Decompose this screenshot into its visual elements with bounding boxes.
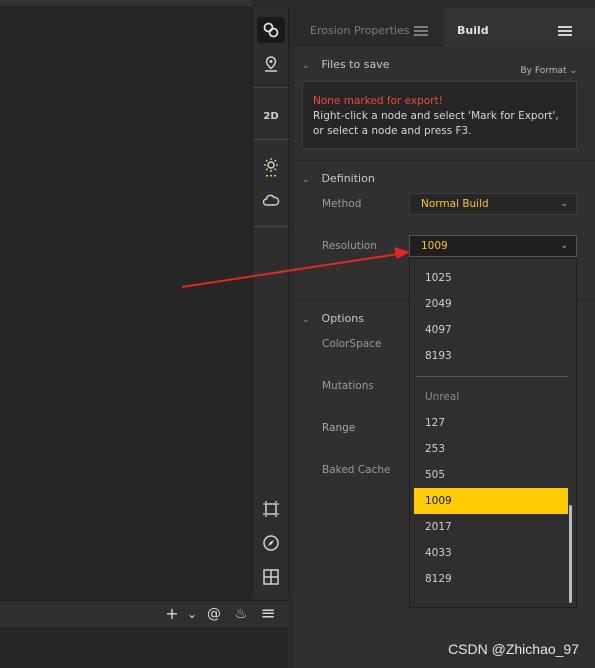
app-window: + ⌄ @ ♨ ≡ 2D Erosion Properties Build ⌄ … [0, 0, 595, 668]
annotation-arrow [181, 247, 410, 288]
watermark-text: CSDN @Zhichao_97 [448, 641, 579, 657]
